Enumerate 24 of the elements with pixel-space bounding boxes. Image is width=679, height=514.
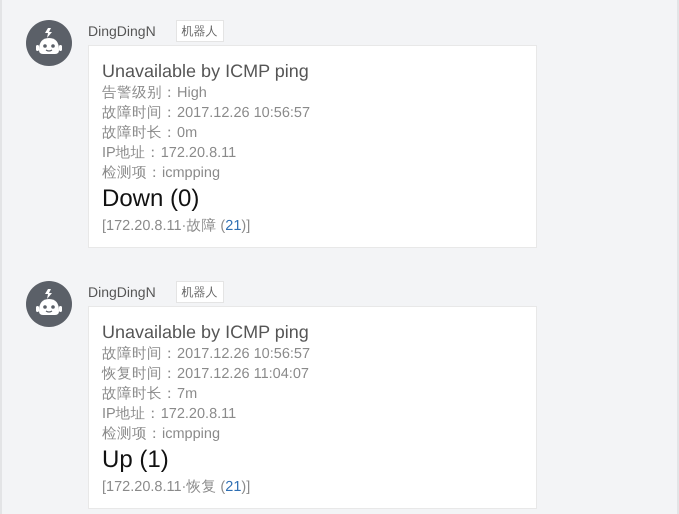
alert-detail: 故障时间：2017.12.26 10:56:57 [102,104,312,123]
robot-avatar-icon [26,20,72,66]
alert-detail: 故障时长：0m [102,124,198,143]
alert-title: Unavailable by ICMP ping [102,60,310,83]
alert-detail: IP地址：172.20.8.11 [102,405,238,424]
alert-detail: 检测项：icmpping [102,425,222,444]
alert-title: Unavailable by ICMP ping [102,321,310,344]
alert-detail: 检测项：icmpping [102,164,222,183]
sender-name: DingDingN [88,282,156,302]
alert-detail: 故障时长：7m [102,384,198,404]
alert-detail: 恢复时间：2017.12.26 11:04:07 [102,365,310,384]
robot-avatar-icon [26,281,72,327]
robot-tag: 机器人 [176,20,224,42]
count-link[interactable]: 21 [225,218,242,234]
alert-status: Down (0) [102,184,200,214]
alert-detail: 告警级别：High [102,84,208,103]
alert-detail: IP地址：172.20.8.11 [102,144,238,163]
alert-detail: 故障时间：2017.12.26 10:56:57 [102,344,312,364]
sender-name: DingDingN [88,22,156,41]
alert-footer: [172.20.8.11·故障 (21)] [102,215,523,237]
alert-footer: [172.20.8.11·恢复 (21)] [102,476,523,498]
alert-status: Up (1) [102,445,170,475]
robot-tag: 机器人 [176,281,224,303]
count-link[interactable]: 21 [225,479,242,495]
